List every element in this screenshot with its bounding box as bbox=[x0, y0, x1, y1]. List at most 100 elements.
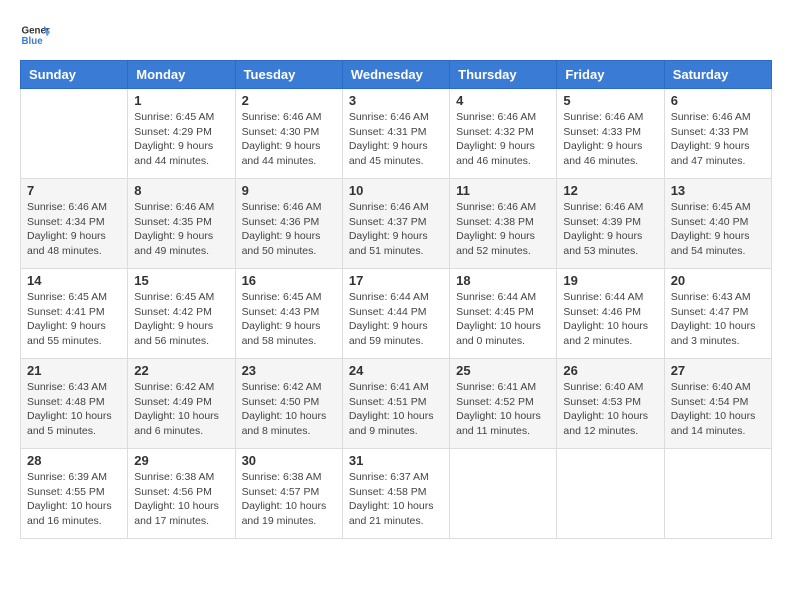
day-number: 25 bbox=[456, 363, 550, 378]
calendar-cell: 13 Sunrise: 6:45 AM Sunset: 4:40 PM Dayli… bbox=[664, 179, 771, 269]
day-info: Sunrise: 6:44 AM Sunset: 4:44 PM Dayligh… bbox=[349, 290, 443, 349]
day-number: 21 bbox=[27, 363, 121, 378]
logo-icon: General Blue bbox=[20, 20, 50, 50]
calendar-cell: 5 Sunrise: 6:46 AM Sunset: 4:33 PM Daylig… bbox=[557, 89, 664, 179]
calendar-cell: 29Sunrise: 6:38 AM Sunset: 4:56 PM Dayli… bbox=[128, 449, 235, 539]
calendar-cell: 17 Sunrise: 6:44 AM Sunset: 4:44 PM Dayli… bbox=[342, 269, 449, 359]
day-number: 3 bbox=[349, 93, 443, 108]
calendar-cell: 30 Sunrise: 6:38 AM Sunset: 4:57 PM Dayli… bbox=[235, 449, 342, 539]
column-header-thursday: Thursday bbox=[450, 61, 557, 89]
calendar-cell: 19 Sunrise: 6:44 AM Sunset: 4:46 PM Dayli… bbox=[557, 269, 664, 359]
day-number: 9 bbox=[242, 183, 336, 198]
calendar-cell: 15 Sunrise: 6:45 AM Sunset: 4:42 PM Dayli… bbox=[128, 269, 235, 359]
calendar-week-1: 1 Sunrise: 6:45 AM Sunset: 4:29 PM Daylig… bbox=[21, 89, 772, 179]
day-number: 16 bbox=[242, 273, 336, 288]
day-number: 1 bbox=[134, 93, 228, 108]
day-number: 14 bbox=[27, 273, 121, 288]
column-header-monday: Monday bbox=[128, 61, 235, 89]
day-number: 6 bbox=[671, 93, 765, 108]
day-info: Sunrise: 6:45 AM Sunset: 4:41 PM Dayligh… bbox=[27, 290, 121, 349]
calendar-cell: 21 Sunrise: 6:43 AM Sunset: 4:48 PM Dayli… bbox=[21, 359, 128, 449]
day-info: Sunrise: 6:44 AM Sunset: 4:46 PM Dayligh… bbox=[563, 290, 657, 349]
calendar-cell: 3Sunrise: 6:46 AM Sunset: 4:31 PM Daylig… bbox=[342, 89, 449, 179]
day-number: 24 bbox=[349, 363, 443, 378]
calendar-week-5: 28 Sunrise: 6:39 AM Sunset: 4:55 PM Dayli… bbox=[21, 449, 772, 539]
calendar-week-2: 7 Sunrise: 6:46 AM Sunset: 4:34 PM Daylig… bbox=[21, 179, 772, 269]
day-number: 26 bbox=[563, 363, 657, 378]
day-info: Sunrise: 6:45 AM Sunset: 4:29 PM Dayligh… bbox=[134, 110, 228, 169]
day-info: Sunrise: 6:39 AM Sunset: 4:55 PM Dayligh… bbox=[27, 470, 121, 529]
calendar-table: SundayMondayTuesdayWednesdayThursdayFrid… bbox=[20, 60, 772, 539]
day-number: 5 bbox=[563, 93, 657, 108]
day-number: 4 bbox=[456, 93, 550, 108]
calendar-cell bbox=[557, 449, 664, 539]
svg-text:Blue: Blue bbox=[22, 36, 44, 47]
day-info: Sunrise: 6:45 AM Sunset: 4:42 PM Dayligh… bbox=[134, 290, 228, 349]
day-info: Sunrise: 6:41 AM Sunset: 4:51 PM Dayligh… bbox=[349, 380, 443, 439]
day-info: Sunrise: 6:38 AM Sunset: 4:57 PM Dayligh… bbox=[242, 470, 336, 529]
day-number: 27 bbox=[671, 363, 765, 378]
day-info: Sunrise: 6:44 AM Sunset: 4:45 PM Dayligh… bbox=[456, 290, 550, 349]
day-info: Sunrise: 6:43 AM Sunset: 4:48 PM Dayligh… bbox=[27, 380, 121, 439]
calendar-cell: 1 Sunrise: 6:45 AM Sunset: 4:29 PM Daylig… bbox=[128, 89, 235, 179]
calendar-cell: 26 Sunrise: 6:40 AM Sunset: 4:53 PM Dayli… bbox=[557, 359, 664, 449]
calendar-cell: 24 Sunrise: 6:41 AM Sunset: 4:51 PM Dayli… bbox=[342, 359, 449, 449]
day-info: Sunrise: 6:46 AM Sunset: 4:32 PM Dayligh… bbox=[456, 110, 550, 169]
calendar-cell: 12Sunrise: 6:46 AM Sunset: 4:39 PM Dayli… bbox=[557, 179, 664, 269]
day-number: 8 bbox=[134, 183, 228, 198]
day-number: 11 bbox=[456, 183, 550, 198]
day-info: Sunrise: 6:42 AM Sunset: 4:49 PM Dayligh… bbox=[134, 380, 228, 439]
calendar-cell bbox=[21, 89, 128, 179]
day-info: Sunrise: 6:46 AM Sunset: 4:37 PM Dayligh… bbox=[349, 200, 443, 259]
calendar-body: 1 Sunrise: 6:45 AM Sunset: 4:29 PM Daylig… bbox=[21, 89, 772, 539]
calendar-cell: 7 Sunrise: 6:46 AM Sunset: 4:34 PM Daylig… bbox=[21, 179, 128, 269]
day-info: Sunrise: 6:46 AM Sunset: 4:39 PM Dayligh… bbox=[563, 200, 657, 259]
day-info: Sunrise: 6:46 AM Sunset: 4:36 PM Dayligh… bbox=[242, 200, 336, 259]
day-number: 7 bbox=[27, 183, 121, 198]
calendar-cell: 20 Sunrise: 6:43 AM Sunset: 4:47 PM Dayli… bbox=[664, 269, 771, 359]
day-number: 30 bbox=[242, 453, 336, 468]
calendar-cell: 4 Sunrise: 6:46 AM Sunset: 4:32 PM Daylig… bbox=[450, 89, 557, 179]
day-info: Sunrise: 6:46 AM Sunset: 4:33 PM Dayligh… bbox=[563, 110, 657, 169]
day-info: Sunrise: 6:45 AM Sunset: 4:40 PM Dayligh… bbox=[671, 200, 765, 259]
day-number: 28 bbox=[27, 453, 121, 468]
page-header: General Blue bbox=[20, 20, 772, 50]
day-number: 17 bbox=[349, 273, 443, 288]
day-info: Sunrise: 6:42 AM Sunset: 4:50 PM Dayligh… bbox=[242, 380, 336, 439]
day-info: Sunrise: 6:46 AM Sunset: 4:34 PM Dayligh… bbox=[27, 200, 121, 259]
calendar-cell: 31Sunrise: 6:37 AM Sunset: 4:58 PM Dayli… bbox=[342, 449, 449, 539]
calendar-cell bbox=[450, 449, 557, 539]
day-info: Sunrise: 6:41 AM Sunset: 4:52 PM Dayligh… bbox=[456, 380, 550, 439]
day-info: Sunrise: 6:40 AM Sunset: 4:54 PM Dayligh… bbox=[671, 380, 765, 439]
calendar-cell: 8 Sunrise: 6:46 AM Sunset: 4:35 PM Daylig… bbox=[128, 179, 235, 269]
day-info: Sunrise: 6:45 AM Sunset: 4:43 PM Dayligh… bbox=[242, 290, 336, 349]
column-header-wednesday: Wednesday bbox=[342, 61, 449, 89]
day-number: 10 bbox=[349, 183, 443, 198]
calendar-cell: 22 Sunrise: 6:42 AM Sunset: 4:49 PM Dayli… bbox=[128, 359, 235, 449]
day-number: 20 bbox=[671, 273, 765, 288]
calendar-week-4: 21 Sunrise: 6:43 AM Sunset: 4:48 PM Dayli… bbox=[21, 359, 772, 449]
day-number: 2 bbox=[242, 93, 336, 108]
day-number: 23 bbox=[242, 363, 336, 378]
day-info: Sunrise: 6:46 AM Sunset: 4:38 PM Dayligh… bbox=[456, 200, 550, 259]
day-number: 19 bbox=[563, 273, 657, 288]
calendar-cell: 9 Sunrise: 6:46 AM Sunset: 4:36 PM Daylig… bbox=[235, 179, 342, 269]
day-info: Sunrise: 6:37 AM Sunset: 4:58 PM Dayligh… bbox=[349, 470, 443, 529]
day-number: 18 bbox=[456, 273, 550, 288]
day-info: Sunrise: 6:46 AM Sunset: 4:30 PM Dayligh… bbox=[242, 110, 336, 169]
calendar-cell: 10 Sunrise: 6:46 AM Sunset: 4:37 PM Dayli… bbox=[342, 179, 449, 269]
column-header-tuesday: Tuesday bbox=[235, 61, 342, 89]
day-info: Sunrise: 6:43 AM Sunset: 4:47 PM Dayligh… bbox=[671, 290, 765, 349]
calendar-cell: 18 Sunrise: 6:44 AM Sunset: 4:45 PM Dayli… bbox=[450, 269, 557, 359]
column-header-friday: Friday bbox=[557, 61, 664, 89]
column-header-saturday: Saturday bbox=[664, 61, 771, 89]
calendar-cell: 11 Sunrise: 6:46 AM Sunset: 4:38 PM Dayli… bbox=[450, 179, 557, 269]
day-number: 15 bbox=[134, 273, 228, 288]
day-number: 13 bbox=[671, 183, 765, 198]
day-info: Sunrise: 6:46 AM Sunset: 4:35 PM Dayligh… bbox=[134, 200, 228, 259]
day-info: Sunrise: 6:40 AM Sunset: 4:53 PM Dayligh… bbox=[563, 380, 657, 439]
day-number: 22 bbox=[134, 363, 228, 378]
calendar-cell: 25 Sunrise: 6:41 AM Sunset: 4:52 PM Dayli… bbox=[450, 359, 557, 449]
calendar-cell: 23 Sunrise: 6:42 AM Sunset: 4:50 PM Dayli… bbox=[235, 359, 342, 449]
day-info: Sunrise: 6:46 AM Sunset: 4:33 PM Dayligh… bbox=[671, 110, 765, 169]
